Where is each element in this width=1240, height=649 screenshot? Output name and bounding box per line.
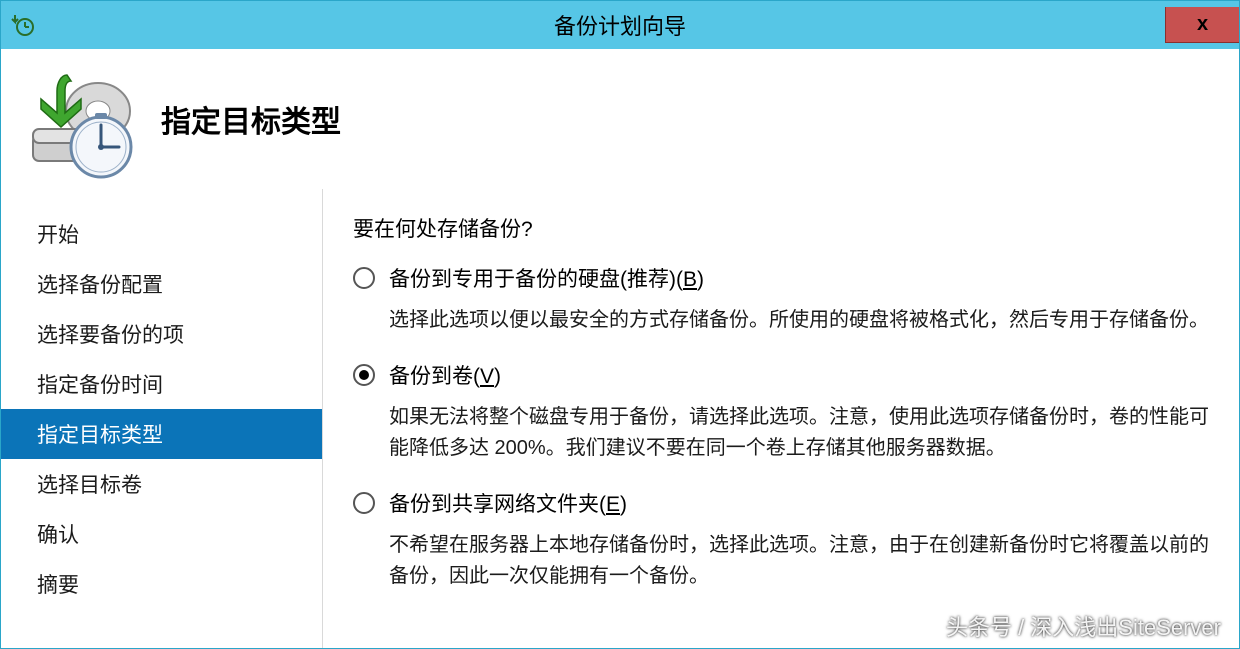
titlebar: 备份计划向导 x bbox=[1, 1, 1239, 49]
wizard-body: 开始 选择备份配置 选择要备份的项 指定备份时间 指定目标类型 选择目标卷 确认… bbox=[1, 189, 1239, 648]
sidebar-item-confirm[interactable]: 确认 bbox=[1, 509, 322, 559]
sidebar-item-dest-vol[interactable]: 选择目标卷 bbox=[1, 459, 322, 509]
option-network-share-row[interactable]: 备份到共享网络文件夹(E) bbox=[353, 488, 1209, 518]
sidebar-item-start[interactable]: 开始 bbox=[1, 209, 322, 259]
window-title: 备份计划向导 bbox=[1, 9, 1239, 41]
option-dedicated-disk-label: 备份到专用于备份的硬盘(推荐)(B) bbox=[389, 263, 704, 293]
wizard-header: 指定目标类型 bbox=[1, 49, 1239, 189]
option-network-share: 备份到共享网络文件夹(E) 不希望在服务器上本地存储备份时，选择此选项。注意，由… bbox=[353, 488, 1209, 592]
wizard-window: 备份计划向导 x 指定目标类型 开 bbox=[0, 0, 1240, 649]
sidebar-item-time[interactable]: 指定备份时间 bbox=[1, 359, 322, 409]
wizard-icon bbox=[23, 69, 143, 179]
option-network-share-desc: 不希望在服务器上本地存储备份时，选择此选项。注意，由于在创建新备份时它将覆盖以前… bbox=[389, 530, 1209, 592]
sidebar-item-dest-type[interactable]: 指定目标类型 bbox=[1, 409, 322, 459]
page-title: 指定目标类型 bbox=[161, 97, 341, 141]
wizard-main: 要在何处存储备份? 备份到专用于备份的硬盘(推荐)(B) 选择此选项以便以最安全… bbox=[323, 189, 1239, 648]
sidebar-item-summary[interactable]: 摘要 bbox=[1, 559, 322, 609]
option-volume: 备份到卷(V) 如果无法将整个磁盘专用于备份，请选择此选项。注意，使用此选项存储… bbox=[353, 360, 1209, 464]
radio-dedicated-disk[interactable] bbox=[353, 267, 375, 289]
sidebar-item-config[interactable]: 选择备份配置 bbox=[1, 259, 322, 309]
option-dedicated-disk-desc: 选择此选项以便以最安全的方式存储备份。所使用的硬盘将被格式化，然后专用于存储备份… bbox=[389, 305, 1209, 336]
radio-volume[interactable] bbox=[353, 364, 375, 386]
step-sidebar: 开始 选择备份配置 选择要备份的项 指定备份时间 指定目标类型 选择目标卷 确认… bbox=[1, 189, 323, 648]
option-volume-label: 备份到卷(V) bbox=[389, 360, 501, 390]
option-volume-row[interactable]: 备份到卷(V) bbox=[353, 360, 1209, 390]
close-icon: x bbox=[1197, 13, 1208, 36]
option-dedicated-disk-row[interactable]: 备份到专用于备份的硬盘(推荐)(B) bbox=[353, 263, 1209, 293]
sidebar-item-items[interactable]: 选择要备份的项 bbox=[1, 309, 322, 359]
option-dedicated-disk: 备份到专用于备份的硬盘(推荐)(B) 选择此选项以便以最安全的方式存储备份。所使… bbox=[353, 263, 1209, 336]
close-button[interactable]: x bbox=[1165, 7, 1239, 43]
app-icon bbox=[9, 11, 37, 39]
option-volume-desc: 如果无法将整个磁盘专用于备份，请选择此选项。注意，使用此选项存储备份时，卷的性能… bbox=[389, 402, 1209, 464]
dest-question: 要在何处存储备份? bbox=[353, 213, 1209, 243]
radio-network-share[interactable] bbox=[353, 492, 375, 514]
option-network-share-label: 备份到共享网络文件夹(E) bbox=[389, 488, 627, 518]
